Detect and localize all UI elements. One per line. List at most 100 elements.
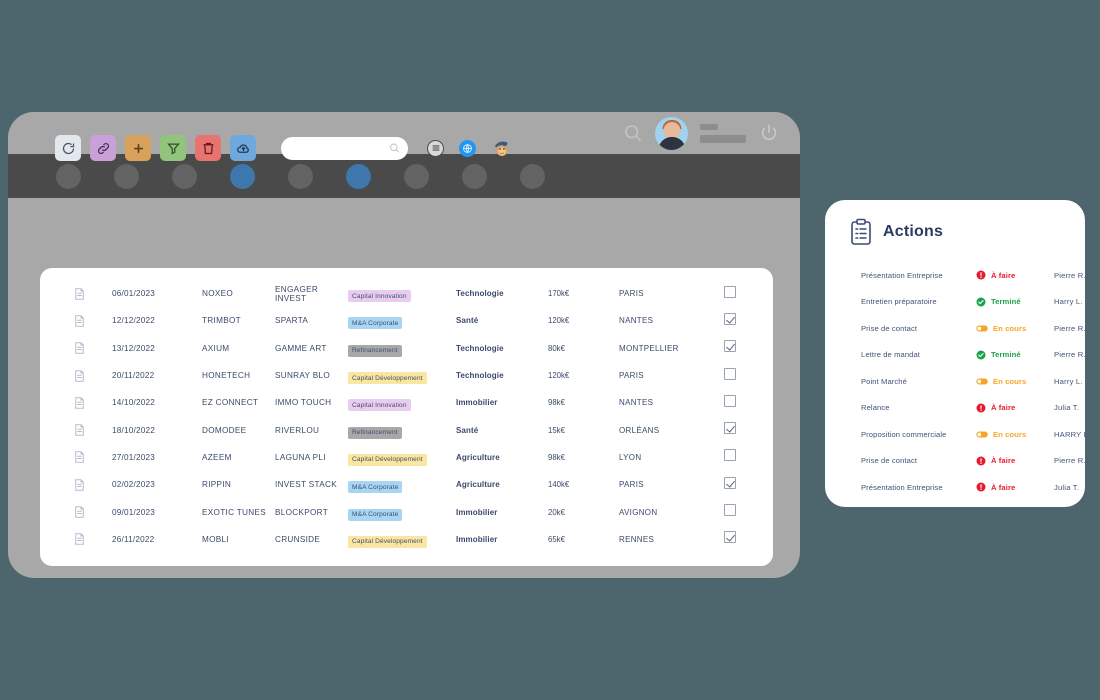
action-owner: Harry L. [1054, 376, 1083, 386]
table-row[interactable]: 20/11/2022 HONETECH SUNRAY BLO Capital Déve… [40, 362, 773, 389]
action-status: En cours [976, 377, 1054, 386]
table-row[interactable]: 02/02/2023 RIPPIN INVEST STACK M&A Corporat… [40, 471, 773, 498]
row-checkbox[interactable] [724, 504, 736, 517]
nav-item-8[interactable] [462, 163, 487, 189]
cell-city: PARIS [619, 289, 644, 299]
action-row[interactable]: Présentation Entreprise À faire Pierre R. [825, 262, 1086, 289]
document-icon [75, 397, 84, 409]
action-row[interactable]: Lettre de mandat Terminé Pierre R. [825, 342, 1086, 369]
status-todo-icon [976, 403, 986, 413]
table-row[interactable]: 09/01/2023 EXOTIC TUNES BLOCKPORT M&A Corpo… [40, 498, 773, 525]
row-document-icon-cell [74, 315, 112, 327]
add-button[interactable] [125, 135, 151, 161]
row-checkbox[interactable] [724, 367, 736, 380]
action-row[interactable]: Entretien préparatoire Terminé Harry L. [825, 289, 1085, 316]
action-row[interactable]: Proposition commerciale En cours HARRY L. [825, 421, 1090, 448]
search-field-wrapper [281, 136, 408, 160]
mailchimp-icon[interactable] [492, 139, 511, 157]
nav-item-6[interactable] [346, 163, 371, 189]
globe-glyph-icon [463, 143, 472, 153]
table-row[interactable]: 12/12/2022 TRIMBOT SPARTA M&A Corporate Sant… [40, 307, 773, 334]
cell-client: AXIUM [202, 343, 230, 353]
nav-item-1[interactable] [56, 163, 81, 189]
category-badge: Capital Développement [348, 372, 427, 385]
action-row[interactable]: Présentation Entreprise À faire Julia T. [825, 474, 1085, 501]
cell-sector: Technologie [456, 371, 504, 381]
nav-item-4[interactable] [230, 163, 255, 189]
cloud-upload-icon [236, 143, 249, 153]
action-owner: HARRY L. [1054, 429, 1091, 439]
document-icon [75, 315, 84, 327]
cell-client: EXOTIC TUNES [202, 507, 266, 517]
nav-item-3[interactable] [172, 163, 197, 189]
action-status-label: À faire [991, 270, 1016, 280]
cell-category: Capital Innovation [348, 285, 456, 303]
power-icon[interactable] [758, 122, 780, 144]
cell-checkbox [724, 476, 773, 494]
cloud-upload-button[interactable] [230, 135, 256, 161]
row-checkbox[interactable] [724, 340, 736, 353]
table-row[interactable]: 18/10/2022 DOMODEE RIVERLOU Refinancement Sa… [40, 416, 773, 443]
table-row[interactable]: 14/10/2022 EZ CONNECT IMMO TOUCH Capital In… [40, 389, 773, 416]
cell-amount: 120k€ [548, 316, 570, 326]
nav-item-9[interactable] [520, 163, 545, 189]
category-badge: Capital Développement [348, 453, 427, 466]
action-row[interactable]: Relance À faire Julia T. [825, 395, 1085, 422]
table-row[interactable]: 26/11/2022 MOBLI CRUNSIDE Capital Développe… [40, 526, 773, 553]
table-row[interactable]: 27/01/2023 AZEEM LAGUNA PLI Capital Dévelop… [40, 444, 773, 471]
nav-item-5[interactable] [288, 163, 313, 189]
action-row[interactable]: Point Marché En cours Harry L. [825, 368, 1085, 395]
funnel-icon [166, 143, 180, 155]
search-icon [390, 143, 400, 153]
cell-sector: Technologie [456, 343, 504, 353]
action-owner: Pierre R. [1054, 270, 1086, 280]
toolbar [55, 135, 511, 161]
globe-icon[interactable] [459, 139, 476, 157]
row-document-icon-cell [74, 478, 112, 491]
row-checkbox[interactable] [724, 422, 736, 435]
cell-checkbox [724, 339, 773, 357]
clipboard-checklist-icon [851, 218, 871, 245]
filter-button[interactable] [160, 135, 186, 161]
link-button[interactable] [90, 135, 116, 161]
action-status: À faire [976, 270, 1054, 280]
nav-item-2[interactable] [114, 163, 139, 189]
refresh-button[interactable] [55, 135, 81, 161]
row-checkbox[interactable] [724, 394, 736, 407]
avatar[interactable] [655, 116, 688, 150]
action-owner: Julia T. [1054, 403, 1080, 413]
action-status: En cours [976, 430, 1054, 439]
cell-sector: Technologie [456, 289, 504, 299]
action-label: Présentation Entreprise [861, 482, 943, 492]
row-checkbox[interactable] [724, 449, 736, 462]
action-row[interactable]: Prise de contact En cours Pierre R. [825, 315, 1086, 342]
category-badge: Capital Développement [348, 535, 427, 548]
action-status-label: En cours [993, 429, 1027, 439]
action-row[interactable]: Prise de contact À faire Pierre R. [825, 448, 1086, 475]
status-todo-icon [976, 270, 986, 280]
cell-category: M&A Corporate [348, 503, 456, 521]
search-icon[interactable] [623, 123, 643, 143]
document-icon [75, 506, 84, 518]
action-label: Présentation Entreprise [861, 270, 943, 280]
row-checkbox[interactable] [724, 531, 736, 544]
table-row[interactable]: 06/01/2023 NOXEO ENGAGER INVEST Capital Inn… [40, 280, 773, 307]
cell-date: 06/01/2023 [112, 289, 155, 299]
cell-checkbox [724, 530, 773, 548]
cell-date: 02/02/2023 [112, 480, 155, 490]
list-view-icon[interactable] [427, 139, 444, 157]
cell-project: SUNRAY BLO [275, 371, 331, 381]
table-row[interactable]: 13/12/2022 AXIUM GAMME ART Refinancement Tec… [40, 335, 773, 362]
document-icon [75, 287, 84, 300]
row-checkbox[interactable] [724, 285, 736, 298]
row-document-icon-cell [74, 342, 112, 354]
trash-button[interactable] [195, 135, 221, 161]
refresh-icon [62, 142, 74, 154]
row-checkbox[interactable] [724, 476, 736, 489]
action-status: À faire [976, 403, 1054, 413]
cell-date: 26/11/2022 [112, 534, 155, 544]
row-checkbox[interactable] [724, 312, 736, 325]
nav-item-7[interactable] [404, 163, 429, 189]
cell-city: PARIS [619, 480, 644, 490]
cell-checkbox [724, 448, 773, 466]
